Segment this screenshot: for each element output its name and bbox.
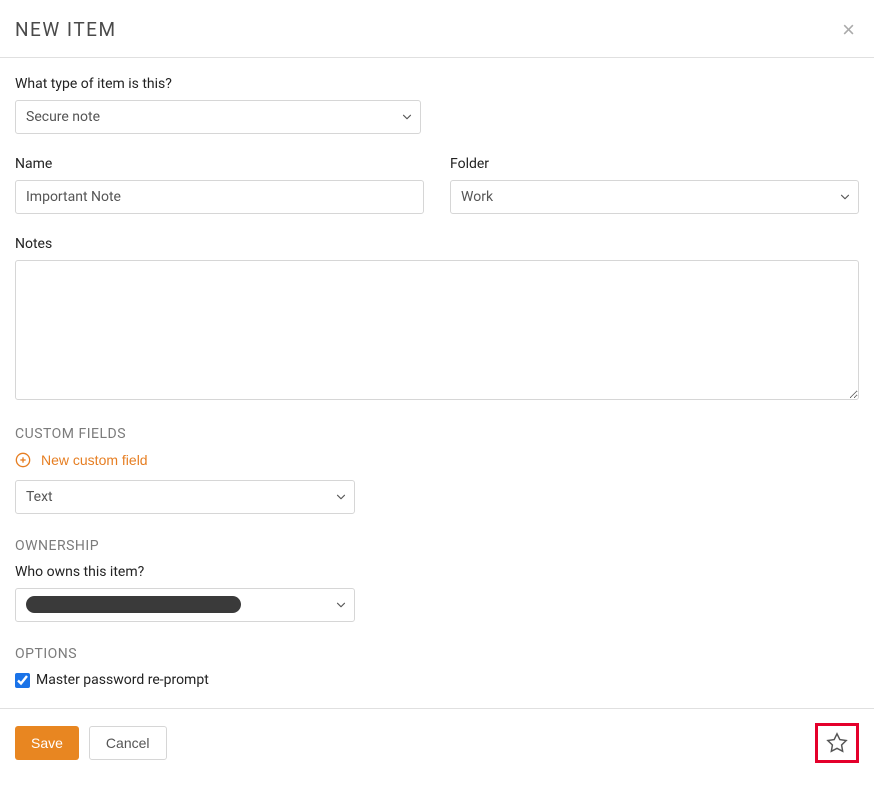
cancel-button[interactable]: Cancel [89,726,167,760]
owner-select-wrap [15,588,859,622]
master-reprompt-label[interactable]: Master password re-prompt [36,672,209,688]
folder-select[interactable]: Work [450,180,859,214]
close-button[interactable]: × [838,19,859,41]
folder-group: Folder Work [450,156,859,214]
type-group: What type of item is this? Secure note [15,76,859,134]
options-heading: OPTIONS [15,646,859,662]
owner-select[interactable] [15,588,355,622]
owner-label: Who owns this item? [15,564,859,580]
ownership-section: OWNERSHIP Who owns this item? [15,538,859,622]
type-select[interactable]: Secure note [15,100,421,134]
folder-label: Folder [450,156,859,172]
notes-textarea[interactable] [15,260,859,400]
modal-body: What type of item is this? Secure note N… [0,58,874,708]
custom-fields-heading: CUSTOM FIELDS [15,426,859,442]
custom-fields-section: CUSTOM FIELDS New custom field Text [15,426,859,514]
plus-circle-icon [15,452,31,468]
save-button[interactable]: Save [15,726,79,760]
notes-group: Notes [15,236,859,404]
modal-title: NEW ITEM [15,18,117,41]
new-item-modal: NEW ITEM × What type of item is this? Se… [0,0,874,777]
close-icon: × [842,17,855,42]
name-group: Name [15,156,424,214]
modal-footer: Save Cancel [0,708,874,777]
star-icon [826,732,848,754]
name-input[interactable] [15,180,424,214]
name-folder-row: Name Folder Work [15,156,859,236]
notes-label: Notes [15,236,859,252]
type-label: What type of item is this? [15,76,859,92]
master-reprompt-row: Master password re-prompt [15,672,859,688]
new-custom-field-button[interactable]: New custom field [15,452,148,468]
footer-buttons: Save Cancel [15,726,167,760]
new-custom-field-label: New custom field [41,452,148,468]
modal-header: NEW ITEM × [0,0,874,58]
favorite-button[interactable] [815,723,859,763]
name-label: Name [15,156,424,172]
master-reprompt-checkbox[interactable] [15,673,30,688]
options-section: OPTIONS Master password re-prompt [15,646,859,688]
custom-field-type-select[interactable]: Text [15,480,355,514]
ownership-heading: OWNERSHIP [15,538,859,554]
